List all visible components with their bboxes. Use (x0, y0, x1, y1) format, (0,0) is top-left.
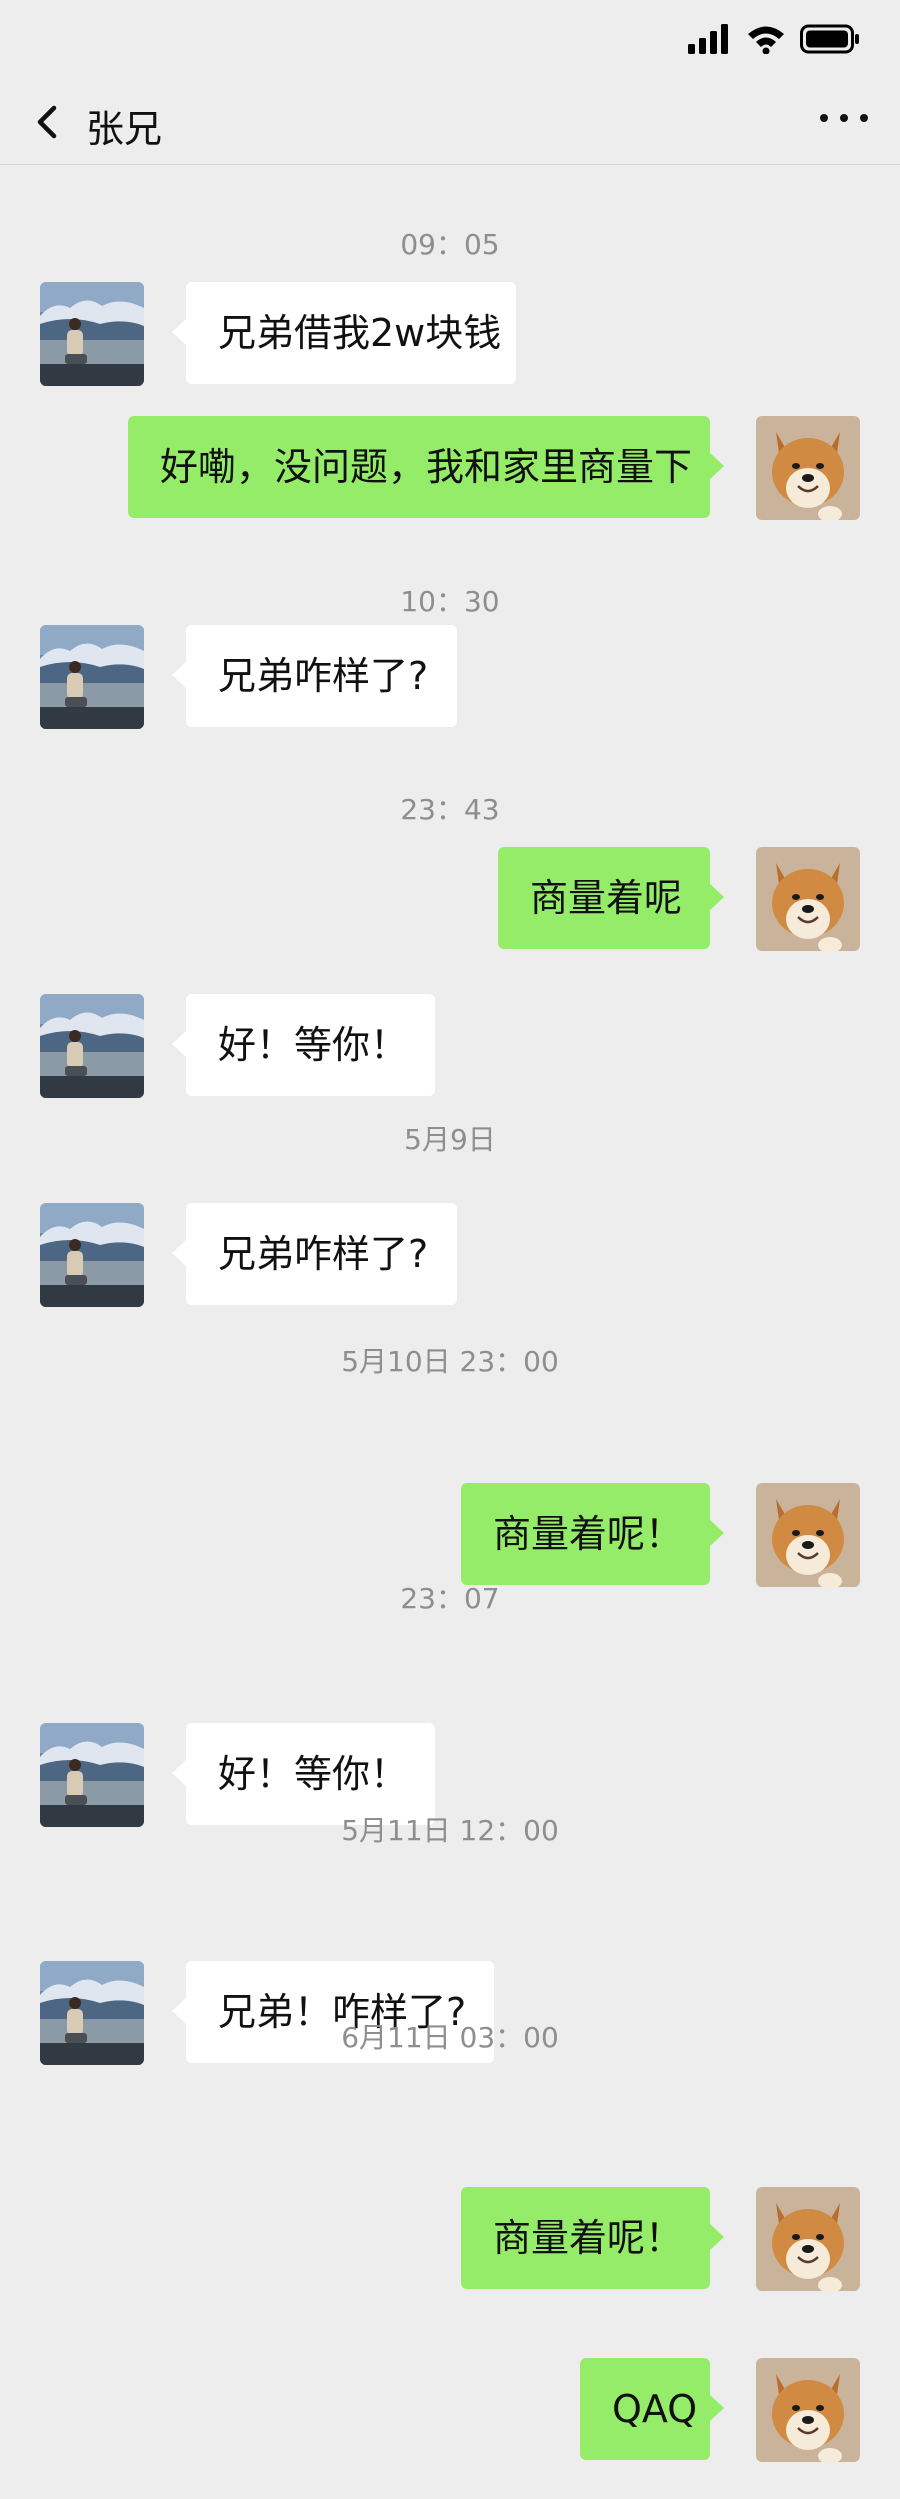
my-avatar[interactable] (756, 1483, 860, 1587)
contact-avatar[interactable] (40, 1203, 144, 1307)
more-dots-icon[interactable] (816, 98, 872, 138)
outgoing-message-bubble[interactable]: 商量着呢 (498, 847, 724, 949)
incoming-message-bubble[interactable]: 兄弟借我2w块钱 (172, 282, 516, 384)
outgoing-message-bubble[interactable]: QAQ (580, 2358, 724, 2460)
my-avatar[interactable] (756, 2187, 860, 2291)
battery-icon (800, 24, 859, 54)
timestamp: 09：05 (400, 228, 500, 261)
contact-avatar[interactable] (40, 282, 144, 386)
my-avatar[interactable] (756, 847, 860, 951)
message-list[interactable]: 09：05 兄弟借我2w块钱好嘞，没问题，我和家里商量下 10：30 兄弟咋样了? 23… (0, 165, 900, 2499)
timestamp: 10：30 (400, 585, 500, 618)
timestamp: 23：07 (400, 1582, 500, 1615)
my-avatar[interactable] (756, 416, 860, 520)
incoming-message-bubble[interactable]: 兄弟咋样了? (172, 1203, 457, 1305)
incoming-message-bubble[interactable]: 兄弟咋样了? (172, 625, 457, 727)
timestamp: 6月11日 03：00 (341, 2021, 559, 2054)
contact-avatar[interactable] (40, 625, 144, 729)
chat-header: 张兄 (0, 80, 900, 165)
timestamp: 5月9日 (404, 1123, 496, 1156)
timestamp: 5月11日 12：00 (341, 1814, 559, 1847)
outgoing-message-bubble[interactable]: 商量着呢！ (461, 1483, 724, 1585)
chevron-left-icon[interactable] (28, 102, 68, 142)
status-bar (0, 0, 900, 80)
signal-icon (688, 24, 728, 54)
outgoing-message-bubble[interactable]: 好嘞，没问题，我和家里商量下 (128, 416, 724, 518)
my-avatar[interactable] (756, 2358, 860, 2462)
wifi-icon (748, 26, 784, 54)
contact-avatar[interactable] (40, 994, 144, 1098)
chat-title[interactable]: 张兄 (86, 98, 162, 153)
status-icons (688, 24, 860, 54)
outgoing-message-bubble[interactable]: 商量着呢！ (461, 2187, 724, 2289)
timestamp: 23：43 (400, 793, 500, 826)
incoming-message-bubble[interactable]: 好！等你！ (172, 994, 435, 1096)
timestamp: 5月10日 23：00 (341, 1345, 559, 1378)
